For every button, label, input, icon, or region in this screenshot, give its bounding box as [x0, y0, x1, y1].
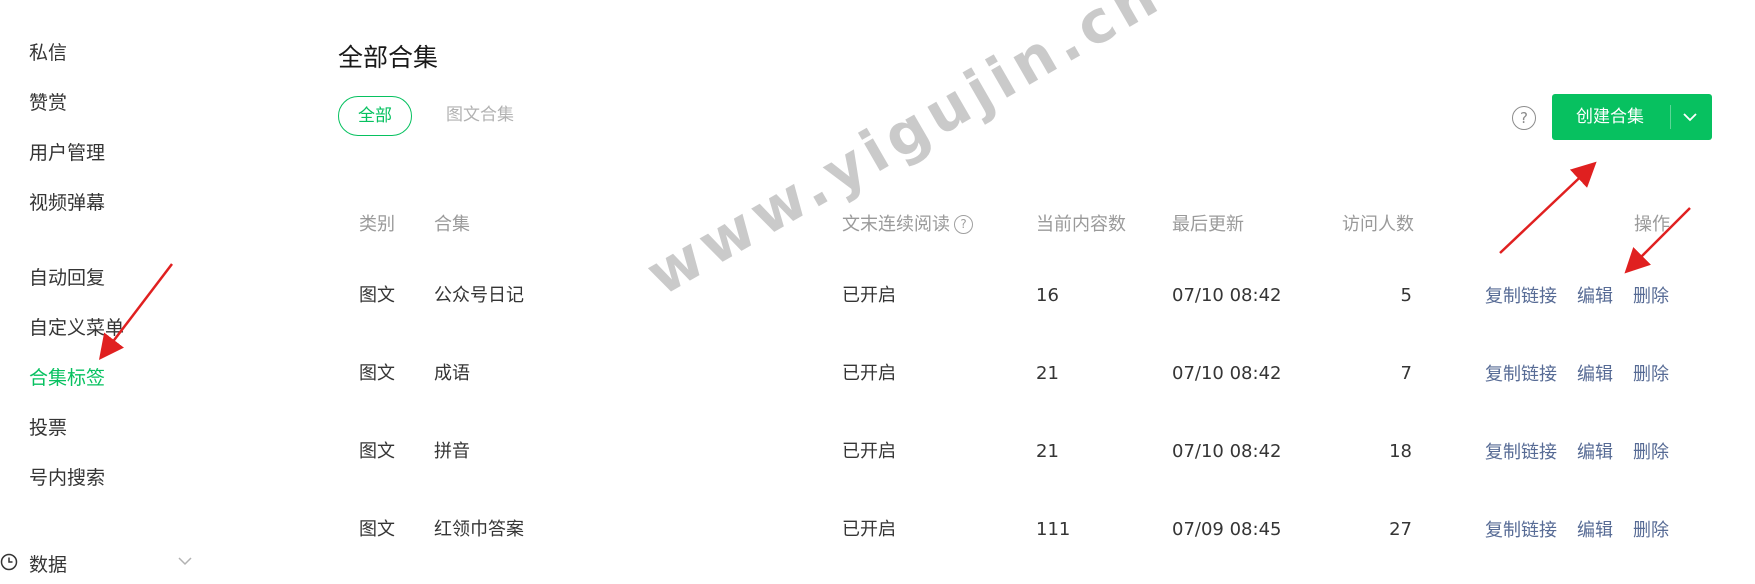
copy-link-button[interactable]: 复制链接: [1485, 413, 1557, 493]
cell-category: 图文: [359, 363, 395, 384]
create-collection-button[interactable]: 创建合集: [1552, 94, 1712, 140]
cell-content-count: 111: [1036, 519, 1071, 540]
cell-content-count: 16: [1036, 285, 1059, 306]
sidebar-item-private-message[interactable]: 私信: [29, 38, 67, 65]
sidebar-item-custom-menu[interactable]: 自定义菜单: [29, 313, 124, 340]
header-actions: 操作: [1634, 214, 1670, 235]
cell-content-count: 21: [1036, 441, 1059, 462]
cell-category: 图文: [359, 285, 395, 306]
cell-collection-name: 红领巾答案: [434, 519, 524, 540]
copy-link-button[interactable]: 复制链接: [1485, 257, 1557, 337]
header-visitors: 访问人数: [1342, 214, 1414, 235]
chevron-down-icon[interactable]: [176, 552, 194, 570]
cell-continuous-reading: 已开启: [842, 285, 896, 306]
cell-last-updated: 07/10 08:42: [1172, 285, 1282, 306]
cell-continuous-reading: 已开启: [842, 519, 896, 540]
header-last-updated: 最后更新: [1172, 214, 1244, 235]
help-icon[interactable]: ?: [954, 215, 973, 234]
cell-category: 图文: [359, 519, 395, 540]
delete-button[interactable]: 删除: [1633, 491, 1669, 571]
header-continuous-reading: 文末连续阅读?: [842, 210, 973, 236]
cell-visitors: 5: [1400, 285, 1412, 306]
delete-button[interactable]: 删除: [1633, 335, 1669, 415]
table-row: 图文 公众号日记 已开启 16 07/10 08:42 5 复制链接 编辑 删除: [338, 257, 1718, 335]
header-content-count: 当前内容数: [1036, 214, 1126, 235]
delete-button[interactable]: 删除: [1633, 413, 1669, 493]
tab-all[interactable]: 全部: [338, 96, 412, 136]
cell-category: 图文: [359, 441, 395, 462]
header-collection: 合集: [434, 214, 470, 235]
sidebar-group-label: 数据: [29, 554, 68, 576]
cell-collection-name: 成语: [434, 363, 470, 384]
edit-button[interactable]: 编辑: [1577, 335, 1613, 415]
edit-button[interactable]: 编辑: [1577, 491, 1613, 571]
tab-article-collection[interactable]: 图文合集: [446, 96, 514, 134]
edit-button[interactable]: 编辑: [1577, 413, 1613, 493]
sidebar-group-data[interactable]: 数据: [0, 550, 200, 584]
clock-icon: [0, 553, 18, 571]
create-collection-label: 创建合集: [1576, 107, 1644, 127]
table-row: 图文 红领巾答案 已开启 111 07/09 08:45 27 复制链接 编辑 …: [338, 491, 1718, 569]
cell-collection-name: 公众号日记: [434, 285, 524, 306]
arrow-create-button: [1499, 161, 1597, 254]
cell-visitors: 7: [1400, 363, 1412, 384]
sidebar-item-user-management[interactable]: 用户管理: [29, 138, 105, 165]
cell-visitors: 18: [1389, 441, 1412, 462]
button-separator: [1670, 105, 1671, 129]
sidebar: 私信 赞赏 用户管理 视频弹幕 自动回复 自定义菜单 合集标签 投票 号内搜索 …: [0, 0, 220, 584]
table-row: 图文 成语 已开启 21 07/10 08:42 7 复制链接 编辑 删除: [338, 335, 1718, 413]
cell-content-count: 21: [1036, 363, 1059, 384]
header-continuous-reading-label: 文末连续阅读: [842, 214, 950, 235]
sidebar-item-auto-reply[interactable]: 自动回复: [29, 263, 105, 290]
sidebar-item-reward[interactable]: 赞赏: [29, 88, 67, 115]
copy-link-button[interactable]: 复制链接: [1485, 491, 1557, 571]
sidebar-item-video-danmaku[interactable]: 视频弹幕: [29, 188, 105, 215]
cell-last-updated: 07/10 08:42: [1172, 363, 1282, 384]
sidebar-item-in-account-search[interactable]: 号内搜索: [29, 463, 105, 490]
chevron-down-icon[interactable]: [1680, 108, 1700, 126]
header-category: 类别: [359, 214, 395, 235]
table-row: 图文 拼音 已开启 21 07/10 08:42 18 复制链接 编辑 删除: [338, 413, 1718, 491]
cell-last-updated: 07/10 08:42: [1172, 441, 1282, 462]
copy-link-button[interactable]: 复制链接: [1485, 335, 1557, 415]
cell-visitors: 27: [1389, 519, 1412, 540]
cell-continuous-reading: 已开启: [842, 363, 896, 384]
delete-button[interactable]: 删除: [1633, 257, 1669, 337]
cell-last-updated: 07/09 08:45: [1172, 519, 1282, 540]
cell-collection-name: 拼音: [434, 441, 470, 462]
sidebar-item-collection-tags[interactable]: 合集标签: [29, 363, 105, 390]
cell-continuous-reading: 已开启: [842, 441, 896, 462]
help-icon[interactable]: ?: [1512, 106, 1536, 130]
edit-button[interactable]: 编辑: [1577, 257, 1613, 337]
sidebar-item-vote[interactable]: 投票: [29, 413, 67, 440]
page-title: 全部合集: [338, 43, 439, 72]
